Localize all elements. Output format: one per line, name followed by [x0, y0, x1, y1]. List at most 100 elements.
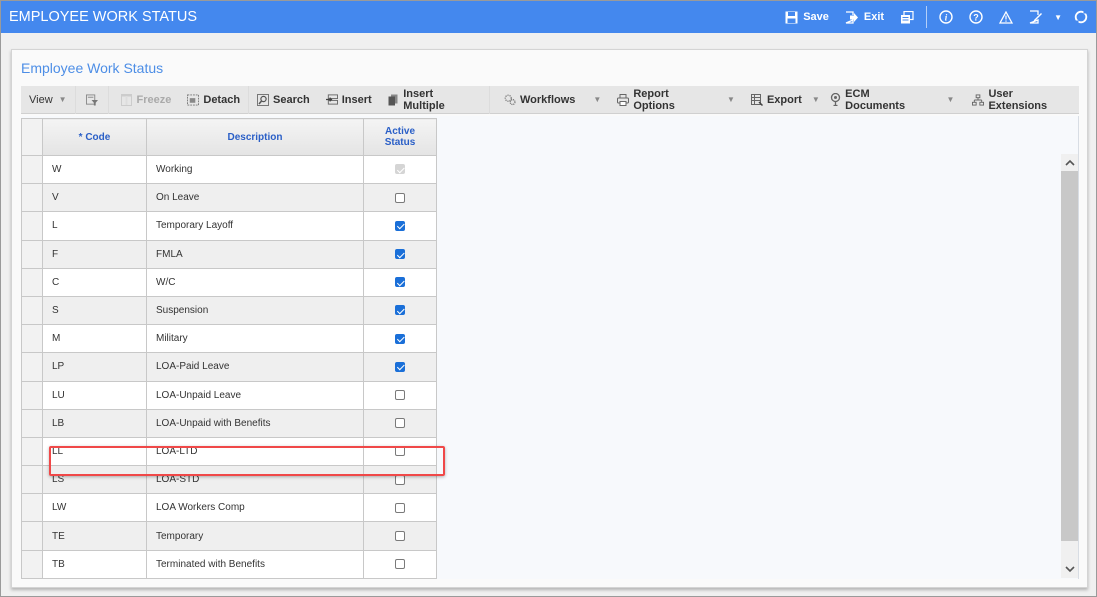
- active-status-checkbox[interactable]: [395, 361, 405, 372]
- column-header-active-status[interactable]: Active Status: [363, 118, 437, 156]
- row-selector[interactable]: [21, 154, 43, 185]
- cell-description[interactable]: Temporary: [146, 521, 364, 551]
- row-selector[interactable]: [21, 521, 43, 551]
- cell-code[interactable]: M: [42, 324, 147, 354]
- cell-description[interactable]: FMLA: [146, 239, 364, 269]
- active-status-checkbox[interactable]: [395, 418, 405, 429]
- workflows-button[interactable]: Workflows ▼: [490, 86, 609, 114]
- edit-menu-button[interactable]: ▼: [1021, 1, 1066, 33]
- cell-code[interactable]: W: [42, 154, 147, 185]
- cell-code[interactable]: LU: [42, 380, 147, 410]
- active-status-checkbox[interactable]: [395, 333, 405, 344]
- active-status-checkbox[interactable]: [395, 277, 405, 288]
- vertical-scrollbar[interactable]: [1061, 154, 1078, 578]
- table-row[interactable]: W Working: [21, 154, 437, 185]
- row-selector[interactable]: [21, 408, 43, 438]
- active-status-checkbox[interactable]: [395, 559, 405, 570]
- table-row[interactable]: LW LOA Workers Comp: [21, 493, 437, 523]
- scroll-up-arrow-icon[interactable]: [1061, 154, 1078, 171]
- cell-description[interactable]: On Leave: [146, 183, 364, 213]
- active-status-checkbox[interactable]: [395, 446, 405, 457]
- warning-button[interactable]: [991, 1, 1021, 33]
- table-row[interactable]: V On Leave: [21, 183, 437, 213]
- cell-description[interactable]: W/C: [146, 267, 364, 297]
- cell-code[interactable]: LW: [42, 493, 147, 523]
- chevron-down-icon[interactable]: ▼: [812, 95, 820, 104]
- row-selector[interactable]: [21, 183, 43, 213]
- cell-code[interactable]: F: [42, 239, 147, 269]
- cell-description[interactable]: LOA Workers Comp: [146, 493, 364, 523]
- insert-multiple-button[interactable]: Insert Multiple: [380, 86, 483, 114]
- row-selector[interactable]: [21, 352, 43, 382]
- cell-description[interactable]: LOA-LTD: [146, 436, 364, 467]
- active-status-checkbox[interactable]: [395, 474, 405, 485]
- table-row[interactable]: TE Temporary: [21, 521, 437, 551]
- row-selector[interactable]: [21, 211, 43, 241]
- active-status-checkbox[interactable]: [395, 249, 405, 260]
- table-row[interactable]: C W/C: [21, 267, 437, 297]
- table-row[interactable]: LL LOA-LTD: [21, 436, 437, 467]
- cell-description[interactable]: Working: [146, 154, 364, 185]
- row-selector[interactable]: [21, 324, 43, 354]
- cell-code[interactable]: TE: [42, 521, 147, 551]
- column-header-description[interactable]: Description: [146, 118, 364, 156]
- view-menu-button[interactable]: View ▼: [21, 86, 75, 114]
- export-button[interactable]: Export ▼: [743, 86, 828, 114]
- help-button[interactable]: ?: [961, 1, 991, 33]
- cell-code[interactable]: LL: [42, 436, 147, 467]
- chevron-down-icon[interactable]: ▼: [727, 95, 735, 104]
- table-row[interactable]: M Military: [21, 324, 437, 354]
- freeze-button[interactable]: Freeze: [109, 86, 180, 114]
- cell-description[interactable]: LOA-Unpaid with Benefits: [146, 408, 364, 438]
- user-extensions-button[interactable]: User Extensions: [962, 86, 1079, 114]
- table-row[interactable]: TB Terminated with Benefits: [21, 549, 437, 579]
- chevron-down-icon[interactable]: ▼: [593, 95, 601, 104]
- insert-button[interactable]: Insert: [318, 86, 380, 114]
- row-selector[interactable]: [21, 267, 43, 297]
- table-row[interactable]: L Temporary Layoff: [21, 211, 437, 241]
- cell-description[interactable]: Suspension: [146, 295, 364, 326]
- table-row[interactable]: LU LOA-Unpaid Leave: [21, 380, 437, 410]
- table-row[interactable]: LB LOA-Unpaid with Benefits: [21, 408, 437, 438]
- active-status-checkbox[interactable]: [395, 192, 405, 203]
- info-button[interactable]: i: [931, 1, 961, 33]
- active-status-checkbox[interactable]: [395, 220, 405, 231]
- active-status-checkbox[interactable]: [395, 502, 405, 513]
- table-row[interactable]: LS LOA-STD: [21, 465, 437, 495]
- refresh-button[interactable]: [1066, 1, 1096, 33]
- cell-description[interactable]: Military: [146, 324, 364, 354]
- row-selector[interactable]: [21, 549, 43, 579]
- row-selector[interactable]: [21, 380, 43, 410]
- active-status-checkbox[interactable]: [395, 389, 405, 400]
- cell-code[interactable]: LS: [42, 465, 147, 495]
- cell-description[interactable]: LOA-Unpaid Leave: [146, 380, 364, 410]
- ecm-documents-button[interactable]: ECM Documents ▼: [828, 86, 963, 114]
- cell-code[interactable]: TB: [42, 549, 147, 579]
- column-header-code[interactable]: * Code: [42, 118, 147, 156]
- detach-button[interactable]: Detach: [179, 86, 248, 114]
- cell-code[interactable]: LP: [42, 352, 147, 382]
- table-row[interactable]: F FMLA: [21, 239, 437, 269]
- windows-button[interactable]: [892, 1, 922, 33]
- row-selector[interactable]: [21, 295, 43, 326]
- cell-description[interactable]: Terminated with Benefits: [146, 549, 364, 579]
- active-status-checkbox[interactable]: [395, 530, 405, 541]
- table-row[interactable]: S Suspension: [21, 295, 437, 326]
- save-button[interactable]: Save: [776, 1, 837, 33]
- cell-code[interactable]: S: [42, 295, 147, 326]
- row-selector[interactable]: [21, 436, 43, 467]
- cell-code[interactable]: V: [42, 183, 147, 213]
- scroll-down-arrow-icon[interactable]: [1061, 561, 1078, 578]
- row-selector[interactable]: [21, 465, 43, 495]
- filter-button[interactable]: [76, 86, 108, 114]
- search-button[interactable]: Search: [249, 86, 318, 114]
- cell-description[interactable]: LOA-Paid Leave: [146, 352, 364, 382]
- row-selector[interactable]: [21, 239, 43, 269]
- table-row[interactable]: LP LOA-Paid Leave: [21, 352, 437, 382]
- report-options-button[interactable]: Report Options ▼: [609, 86, 743, 114]
- chevron-down-icon[interactable]: ▼: [947, 95, 955, 104]
- cell-code[interactable]: L: [42, 211, 147, 241]
- scrollbar-thumb[interactable]: [1061, 171, 1078, 541]
- row-selector-header[interactable]: [21, 118, 43, 156]
- row-selector[interactable]: [21, 493, 43, 523]
